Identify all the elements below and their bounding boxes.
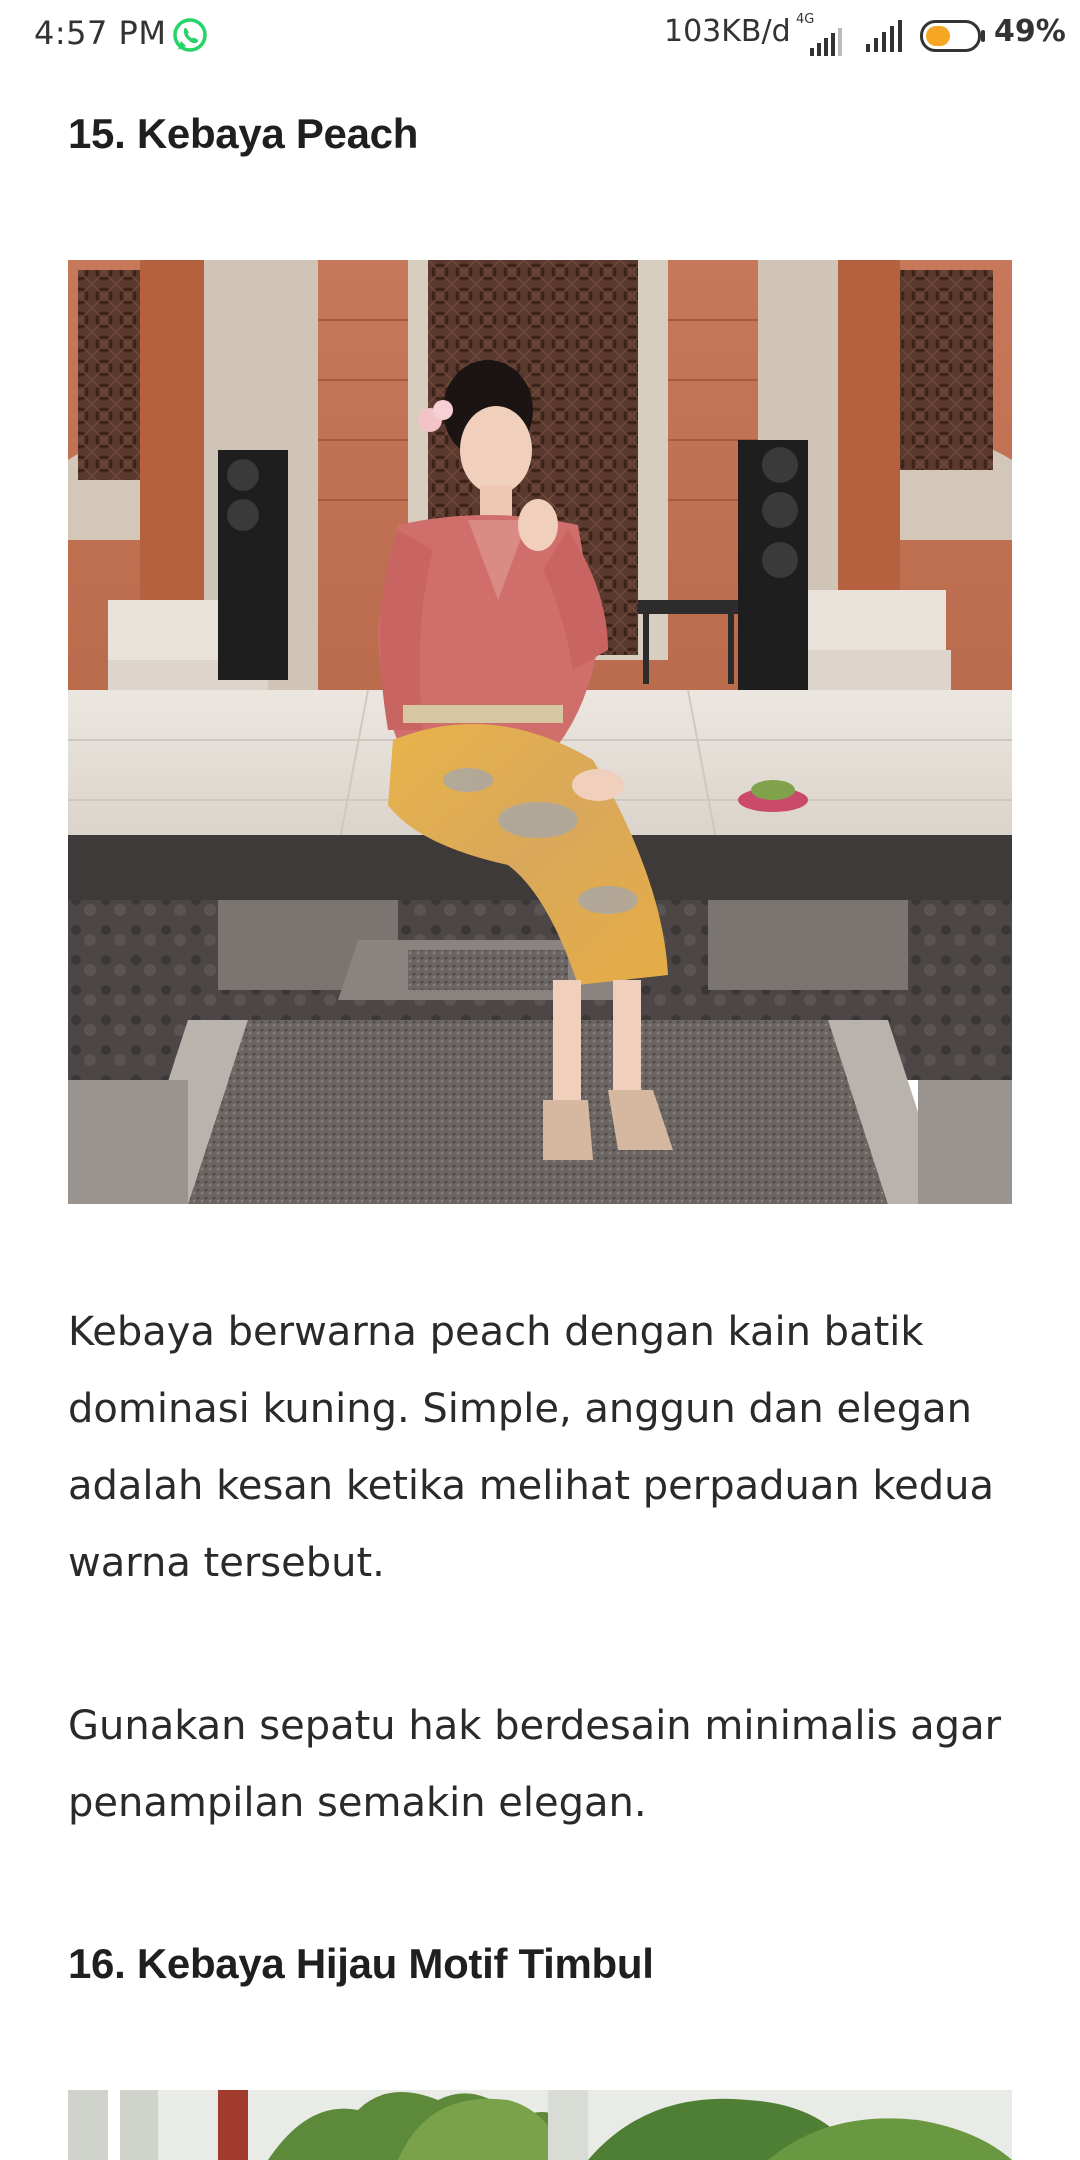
network-speed: 103KB/d <box>664 14 791 49</box>
battery-percent: 49% <box>994 14 1066 49</box>
paragraph-kebaya-peach-tip: Gunakan sepatu hak berdesain minimalis a… <box>68 1703 1002 1826</box>
status-time: 4:57 PM <box>34 14 167 52</box>
battery-icon <box>920 20 986 52</box>
photo-kebaya-peach[interactable] <box>68 260 1012 1204</box>
section-heading-16: 16. Kebaya Hijau Motif Timbul <box>68 1940 654 1987</box>
network-type-label: 4G <box>796 12 815 27</box>
signal-4g-icon: 4G <box>796 12 850 56</box>
signal-strength-icon <box>864 18 908 52</box>
paragraph-kebaya-peach-description: Kebaya berwarna peach dengan kain batik … <box>68 1309 995 1586</box>
status-bar: 4:57 PM 103KB/d 4G 49% <box>0 0 1080 72</box>
whatsapp-icon <box>170 16 210 56</box>
photo-kebaya-hijau[interactable] <box>68 2090 1012 2160</box>
section-heading-15: 15. Kebaya Peach <box>68 110 419 157</box>
